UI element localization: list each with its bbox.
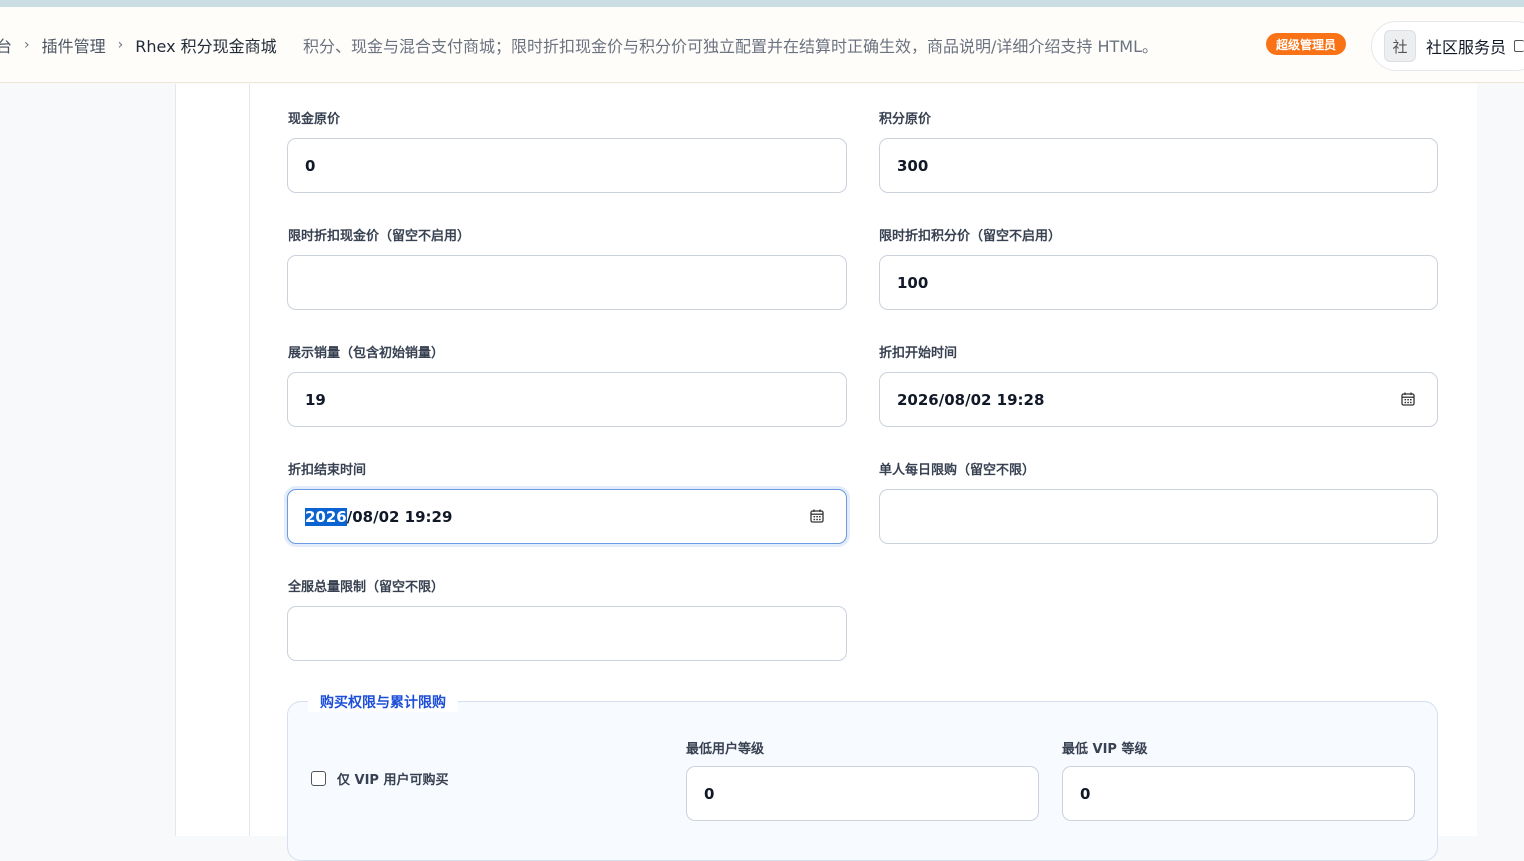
top-stripe	[0, 0, 1524, 7]
logout-icon[interactable]	[1514, 40, 1524, 52]
global-limit-input[interactable]	[287, 606, 847, 661]
display-sales-value: 19	[305, 390, 326, 409]
daily-limit-label: 单人每日限购（留空不限）	[879, 463, 1036, 478]
min-user-level-input[interactable]: 0	[686, 766, 1039, 821]
purchase-permissions-legend: 购买权限与累计限购	[308, 692, 458, 712]
min-vip-level-value: 0	[1080, 784, 1091, 803]
discount-start-value: 2026/08/02 19:28	[897, 390, 1045, 409]
avatar: 社	[1384, 30, 1416, 62]
role-badge: 超级管理员	[1266, 33, 1347, 55]
min-vip-level-label: 最低 VIP 等级	[1062, 742, 1148, 757]
calendar-icon[interactable]	[810, 509, 824, 523]
user-name: 社区服务员	[1426, 38, 1507, 57]
discount-start-input[interactable]: 2026/08/02 19:28	[879, 372, 1438, 427]
display-sales-label: 展示销量（包含初始销量）	[288, 346, 445, 361]
points-price-value: 300	[897, 156, 929, 175]
global-limit-label: 全服总量限制（留空不限）	[288, 580, 445, 595]
vip-only-checkbox[interactable]	[311, 771, 326, 786]
discount-end-value: /08/02 19:29	[346, 507, 453, 526]
discount-end-input[interactable]: 2026/08/02 19:29	[287, 489, 847, 544]
points-price-label: 积分原价	[879, 112, 932, 127]
display-sales-input[interactable]: 19	[287, 372, 847, 427]
chevron-right-icon: ›	[117, 37, 124, 53]
user-menu[interactable]: 社 社区服务员	[1371, 21, 1524, 71]
min-user-level-label: 最低用户等级	[686, 742, 765, 757]
discount-points-price-label: 限时折扣积分价（留空不启用）	[879, 229, 1062, 244]
page-header: 台 › 插件管理 › Rhex 积分现金商城 积分、现金与混合支付商城；限时折扣…	[0, 7, 1524, 83]
cash-price-value: 0	[305, 156, 316, 175]
vip-only-option[interactable]: 仅 VIP 用户可购买	[311, 769, 448, 788]
discount-cash-price-label: 限时折扣现金价（留空不启用）	[288, 229, 471, 244]
cash-price-input[interactable]: 0	[287, 138, 847, 193]
points-price-input[interactable]: 300	[879, 138, 1438, 193]
discount-start-label: 折扣开始时间	[879, 346, 958, 361]
min-vip-level-input[interactable]: 0	[1062, 766, 1415, 821]
discount-points-price-input[interactable]: 100	[879, 255, 1438, 310]
breadcrumb-item-plugins[interactable]: 插件管理	[42, 33, 106, 57]
min-user-level-value: 0	[704, 784, 715, 803]
cash-price-label: 现金原价	[288, 112, 341, 127]
discount-end-label: 折扣结束时间	[288, 463, 367, 478]
calendar-icon[interactable]	[1401, 392, 1415, 406]
page-description: 积分、现金与混合支付商城；限时折扣现金价与积分价可独立配置并在结算时正确生效，商…	[303, 37, 1159, 56]
breadcrumb-item-current: Rhex 积分现金商城	[135, 37, 277, 56]
breadcrumb: 台 › 插件管理 › Rhex 积分现金商城	[0, 7, 277, 83]
discount-cash-price-input[interactable]	[287, 255, 847, 310]
breadcrumb-item-dashboard[interactable]: 台	[0, 33, 12, 57]
vip-only-label: 仅 VIP 用户可购买	[337, 773, 449, 788]
chevron-right-icon: ›	[24, 37, 30, 53]
discount-points-price-value: 100	[897, 273, 929, 292]
daily-limit-input[interactable]	[879, 489, 1438, 544]
discount-end-selected-year: 2026	[305, 507, 347, 526]
